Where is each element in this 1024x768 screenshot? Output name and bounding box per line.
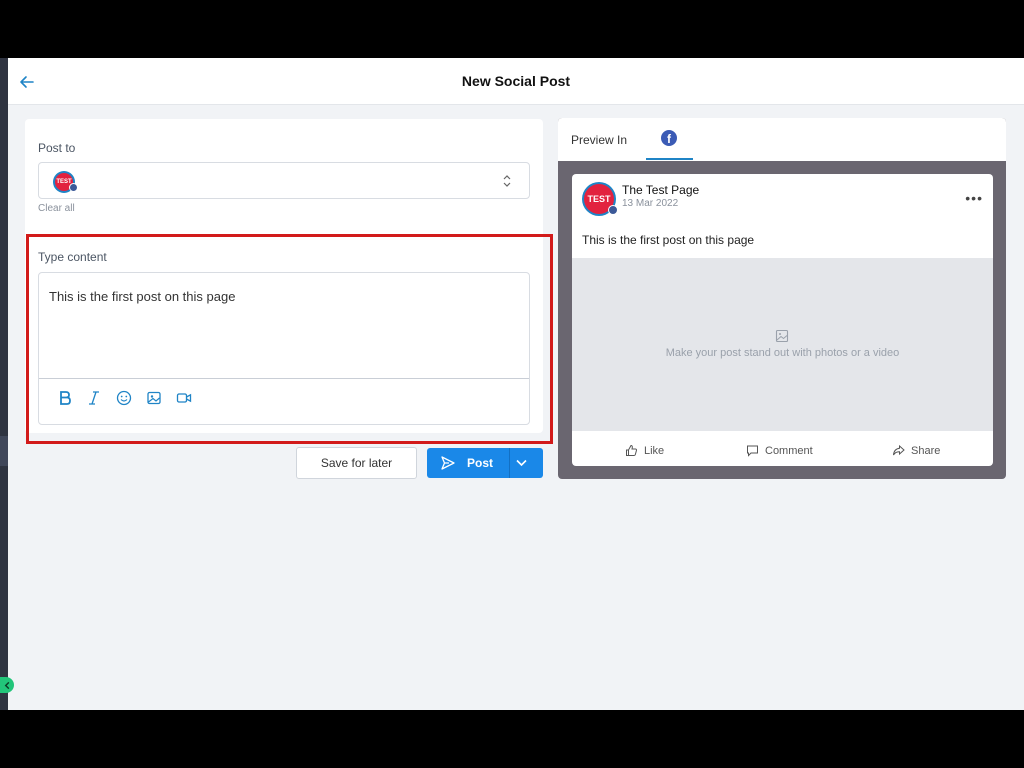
left-sidebar-strip [0, 58, 8, 710]
media-placeholder-text: Make your post stand out with photos or … [665, 347, 900, 359]
content-editor[interactable]: This is the first post on this page [38, 272, 530, 425]
post-to-select[interactable]: TEST [38, 162, 530, 199]
share-label: Share [911, 444, 941, 457]
more-options-icon[interactable]: ••• [965, 190, 983, 206]
facebook-post-preview: TEST The Test Page 13 Mar 2022 ••• This … [572, 174, 993, 466]
post-button[interactable]: Post [427, 448, 543, 478]
editor-divider [39, 378, 529, 379]
save-for-later-button[interactable]: Save for later [296, 447, 417, 479]
preview-panel: Preview In f TEST The Test Page 13 Mar 2… [558, 118, 1006, 479]
collapse-handle[interactable] [0, 677, 14, 693]
facebook-badge-icon [69, 183, 78, 192]
comment-label: Comment [765, 444, 813, 457]
post-to-label: Post to [38, 141, 76, 155]
sidebar-notch [0, 436, 8, 466]
type-content-label: Type content [38, 250, 107, 264]
facebook-icon: f [661, 130, 677, 146]
top-bar: New Social Post [8, 58, 1024, 105]
like-label: Like [644, 444, 665, 457]
like-action[interactable]: Like [625, 444, 664, 457]
italic-icon[interactable] [85, 389, 103, 407]
post-button-label: Post [467, 456, 494, 470]
chevron-up-down-icon [503, 175, 511, 187]
preview-tabs: Preview In f [558, 118, 1006, 161]
comment-icon [747, 445, 758, 457]
share-action[interactable]: Share [892, 444, 940, 457]
image-icon[interactable] [145, 389, 163, 407]
bold-icon[interactable] [56, 389, 74, 407]
save-for-later-label: Save for later [320, 456, 393, 470]
share-icon [893, 444, 905, 456]
post-date: 13 Mar 2022 [622, 198, 679, 209]
tab-facebook[interactable]: f [646, 118, 693, 160]
content-text[interactable]: This is the first post on this page [49, 289, 235, 304]
video-icon[interactable] [175, 389, 193, 407]
page-name: The Test Page [622, 183, 700, 197]
chevron-left-icon [4, 681, 9, 689]
facebook-badge-icon [608, 205, 618, 215]
preview-post-text: This is the first post on this page [582, 233, 755, 247]
preview-in-label: Preview In [571, 133, 628, 147]
clear-all-link[interactable]: Clear all [38, 203, 75, 214]
page-title: New Social Post [461, 73, 571, 89]
image-placeholder-icon [775, 329, 789, 343]
emoji-icon[interactable] [115, 389, 133, 407]
app-frame: New Social Post Post to TEST Clear all T… [0, 58, 1024, 710]
media-placeholder: Make your post stand out with photos or … [572, 258, 993, 431]
thumbs-up-icon [626, 444, 637, 456]
chevron-down-icon[interactable] [515, 457, 528, 469]
send-icon [441, 456, 455, 470]
post-button-separator [509, 448, 510, 478]
comment-action[interactable]: Comment [746, 444, 813, 457]
